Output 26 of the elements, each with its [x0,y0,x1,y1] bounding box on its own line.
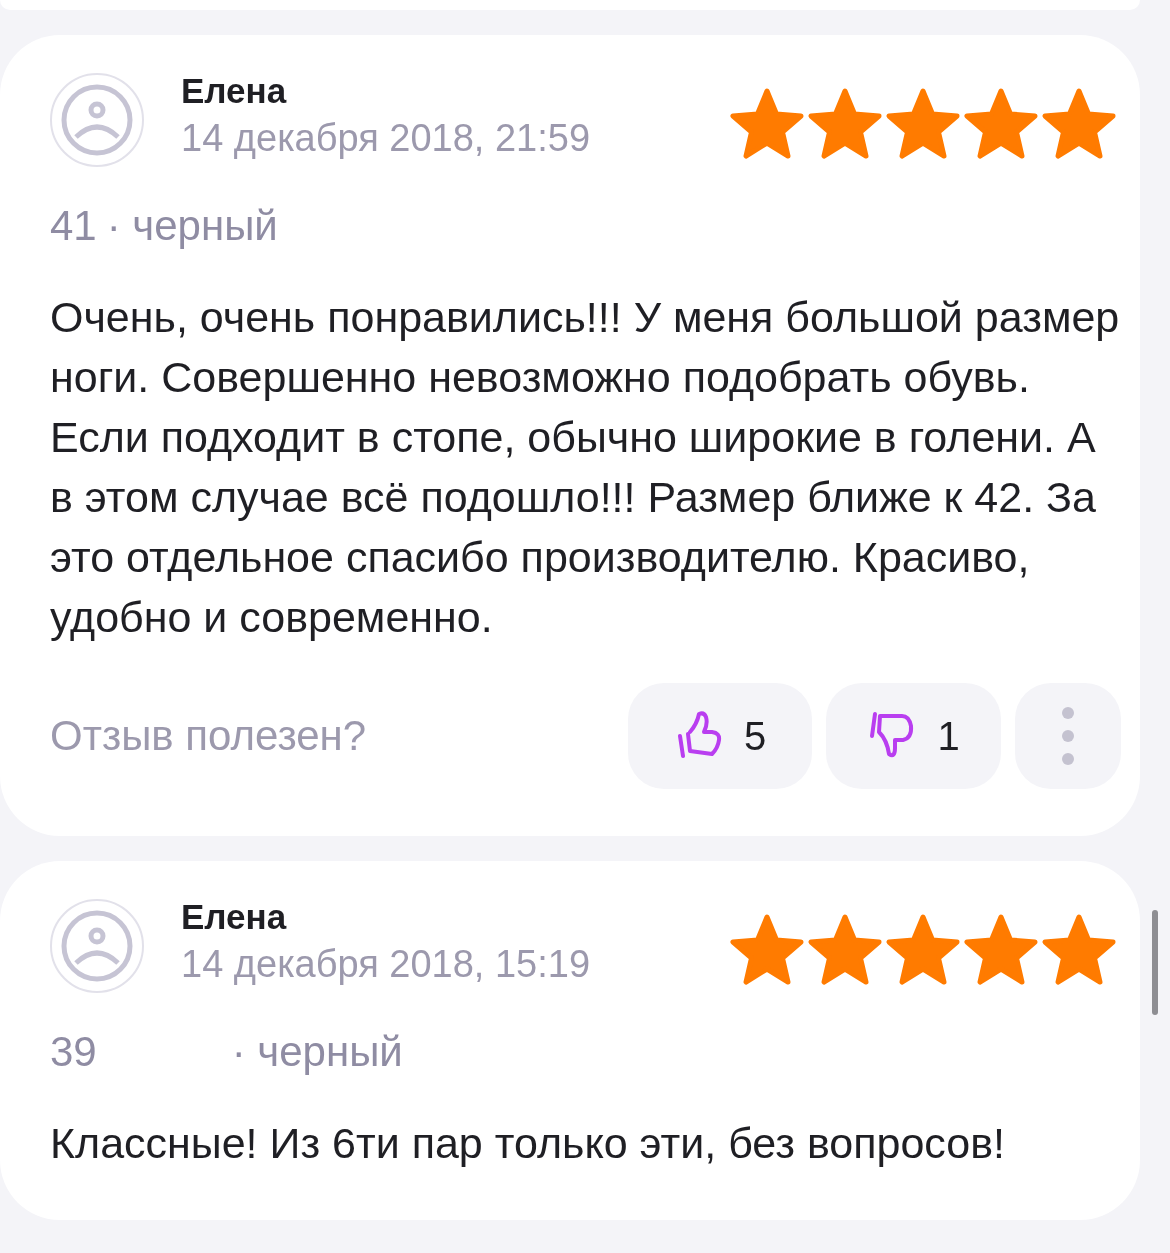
avatar-icon [50,73,144,167]
size-label: 41 [50,203,97,249]
star-icon [884,913,962,987]
star-icon [962,913,1040,987]
more-button[interactable] [1015,683,1121,789]
dislike-button[interactable]: 1 [826,683,1001,789]
color-label: · черный [106,203,278,249]
color-label: · черный [231,1029,403,1075]
author-name: Елена [181,897,288,937]
star-icon [728,87,806,161]
review-text: Очень, очень понравились!!! У меня большой размер ноги. Совершенно невозможно подобрать обувь. Если подходит в стопе, обычно широкие в голени. А в этом случае всё подошло!!! Размер ближе к 42. За это отдельное спасибо производителю. Красиво, удобно и современно. [50,292,1121,643]
review-date: 14 декабря 2018, 21:59 [181,116,592,161]
star-icon [1040,913,1118,987]
star-icon [806,913,884,987]
star-icon [1040,87,1118,161]
star-icon [962,87,1040,161]
size-label: 39 [50,1029,97,1075]
review-date: 14 декабря 2018, 15:19 [181,942,592,987]
star-icon [806,87,884,161]
helpful-question: Отзыв полезен? [50,712,368,760]
like-button[interactable]: 5 [628,683,812,789]
avatar-icon [50,899,144,993]
review-text: Классные! Из 6ти пар только эти, без вопросов! [50,1118,1006,1169]
star-icon [728,913,806,987]
star-icon [884,87,962,161]
author-name: Елена [181,71,288,111]
